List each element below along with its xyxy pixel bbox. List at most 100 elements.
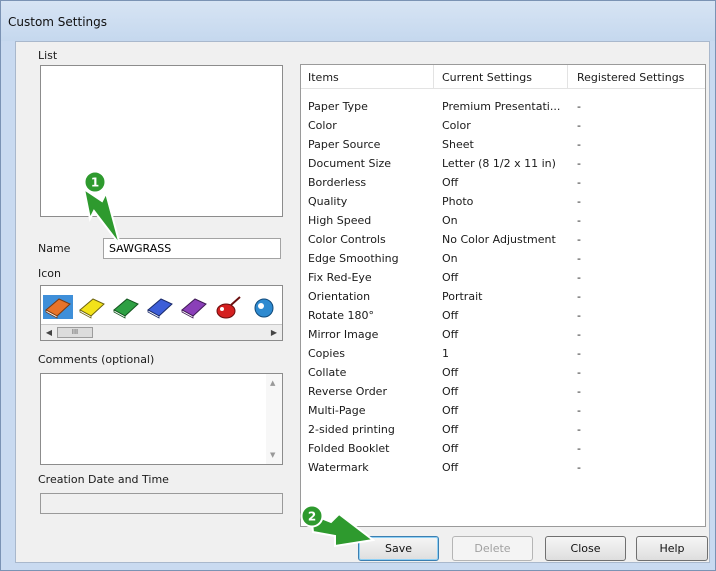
current-setting-cell: Letter (8 1/2 x 11 in) xyxy=(442,157,556,170)
item-cell: Collate xyxy=(308,366,347,379)
item-cell: Paper Source xyxy=(308,138,381,151)
column-header-current[interactable]: Current Settings xyxy=(442,71,532,84)
creation-date-field xyxy=(40,493,283,514)
table-row[interactable]: Color Controls No Color Adjustment - xyxy=(301,231,705,250)
item-cell: Folded Booklet xyxy=(308,442,390,455)
title-bar: Custom Settings xyxy=(1,1,715,41)
item-cell: Document Size xyxy=(308,157,392,170)
table-header: Items Current Settings Registered Settin… xyxy=(301,65,705,89)
current-setting-cell: Off xyxy=(442,176,459,189)
scrollbar-thumb[interactable]: III xyxy=(57,327,93,338)
scroll-up-arrow-icon[interactable]: ▲ xyxy=(270,379,275,387)
item-cell: Multi-Page xyxy=(308,404,366,417)
current-setting-cell: No Color Adjustment xyxy=(442,233,556,246)
icon-label: Icon xyxy=(38,267,61,280)
settings-table[interactable]: Items Current Settings Registered Settin… xyxy=(300,64,706,527)
delete-button[interactable]: Delete xyxy=(452,536,533,561)
registered-setting-cell: - xyxy=(577,290,581,303)
item-cell: Color xyxy=(308,119,337,132)
registered-setting-cell: - xyxy=(577,366,581,379)
table-row[interactable]: Orientation Portrait - xyxy=(301,288,705,307)
current-setting-cell: Sheet xyxy=(442,138,474,151)
registered-setting-cell: - xyxy=(577,195,581,208)
scroll-down-arrow-icon[interactable]: ▼ xyxy=(270,451,275,459)
table-row[interactable]: Reverse Order Off - xyxy=(301,383,705,402)
red-watering-can-icon xyxy=(216,296,241,319)
table-row[interactable]: Paper Source Sheet - xyxy=(301,136,705,155)
current-setting-cell: On xyxy=(442,214,458,227)
item-cell: Edge Smoothing xyxy=(308,252,399,265)
icon-option-green-book[interactable] xyxy=(111,295,141,319)
help-button[interactable]: Help xyxy=(636,536,708,561)
table-row[interactable]: Edge Smoothing On - xyxy=(301,250,705,269)
icon-option-purple-book[interactable] xyxy=(179,295,209,319)
column-header-items[interactable]: Items xyxy=(308,71,339,84)
item-cell: Rotate 180° xyxy=(308,309,375,322)
item-cell: Copies xyxy=(308,347,345,360)
table-row[interactable]: Borderless Off - xyxy=(301,174,705,193)
registered-setting-cell: - xyxy=(577,252,581,265)
current-setting-cell: Premium Presentati... xyxy=(442,100,561,113)
table-row[interactable]: Watermark Off - xyxy=(301,459,705,478)
table-row[interactable]: Rotate 180° Off - xyxy=(301,307,705,326)
step-1-number: 1 xyxy=(91,176,99,190)
current-setting-cell: Off xyxy=(442,309,459,322)
registered-setting-cell: - xyxy=(577,404,581,417)
icon-option-orange-book[interactable] xyxy=(43,295,73,319)
table-row[interactable]: Multi-Page Off - xyxy=(301,402,705,421)
item-cell: Color Controls xyxy=(308,233,386,246)
registered-setting-cell: - xyxy=(577,119,581,132)
column-divider[interactable] xyxy=(433,65,434,88)
table-row[interactable]: Mirror Image Off - xyxy=(301,326,705,345)
icon-picker[interactable]: ◀ III ▶ xyxy=(40,285,283,341)
table-row[interactable]: Color Color - xyxy=(301,117,705,136)
registered-setting-cell: - xyxy=(577,233,581,246)
current-setting-cell: Off xyxy=(442,328,459,341)
table-row[interactable]: Collate Off - xyxy=(301,364,705,383)
column-divider[interactable] xyxy=(567,65,568,88)
comments-vertical-scrollbar[interactable]: ▲ ▼ xyxy=(266,374,282,464)
icon-option-red-can[interactable] xyxy=(213,295,243,319)
current-setting-cell: Off xyxy=(442,385,459,398)
current-setting-cell: Off xyxy=(442,366,459,379)
icon-horizontal-scrollbar[interactable]: ◀ III ▶ xyxy=(41,324,282,340)
table-row[interactable]: Quality Photo - xyxy=(301,193,705,212)
current-setting-cell: 1 xyxy=(442,347,449,360)
icon-option-yellow-book[interactable] xyxy=(77,295,107,319)
scroll-right-arrow-icon[interactable]: ▶ xyxy=(267,326,281,339)
registered-setting-cell: - xyxy=(577,385,581,398)
table-row[interactable]: Fix Red-Eye Off - xyxy=(301,269,705,288)
table-row[interactable]: Copies 1 - xyxy=(301,345,705,364)
list-label: List xyxy=(38,49,58,62)
step-2-callout: 2 xyxy=(300,504,375,548)
table-row[interactable]: Paper Type Premium Presentati... - xyxy=(301,98,705,117)
scroll-left-arrow-icon[interactable]: ◀ xyxy=(42,326,56,339)
blue-book-icon xyxy=(147,298,173,319)
close-button[interactable]: Close xyxy=(545,536,626,561)
registered-setting-cell: - xyxy=(577,214,581,227)
step-1-callout: 1 xyxy=(82,171,121,246)
yellow-book-icon xyxy=(79,298,105,319)
registered-setting-cell: - xyxy=(577,271,581,284)
comments-textarea[interactable]: ▲ ▼ xyxy=(40,373,283,465)
registered-setting-cell: - xyxy=(577,309,581,322)
dialog-client-area: List Name Icon xyxy=(15,41,710,563)
column-header-registered[interactable]: Registered Settings xyxy=(577,71,684,84)
table-row[interactable]: High Speed On - xyxy=(301,212,705,231)
blue-globe-icon xyxy=(254,298,274,318)
registered-setting-cell: - xyxy=(577,157,581,170)
item-cell: Borderless xyxy=(308,176,367,189)
current-setting-cell: Off xyxy=(442,423,459,436)
table-row[interactable]: 2-sided printing Off - xyxy=(301,421,705,440)
icon-option-blue-globe[interactable] xyxy=(247,295,277,319)
table-row[interactable]: Document Size Letter (8 1/2 x 11 in) - xyxy=(301,155,705,174)
orange-book-icon xyxy=(45,298,71,319)
registered-setting-cell: - xyxy=(577,100,581,113)
table-row[interactable]: Folded Booklet Off - xyxy=(301,440,705,459)
item-cell: Reverse Order xyxy=(308,385,387,398)
comments-label: Comments (optional) xyxy=(38,353,155,366)
current-setting-cell: On xyxy=(442,252,458,265)
icon-option-blue-book[interactable] xyxy=(145,295,175,319)
registered-setting-cell: - xyxy=(577,461,581,474)
current-setting-cell: Off xyxy=(442,404,459,417)
